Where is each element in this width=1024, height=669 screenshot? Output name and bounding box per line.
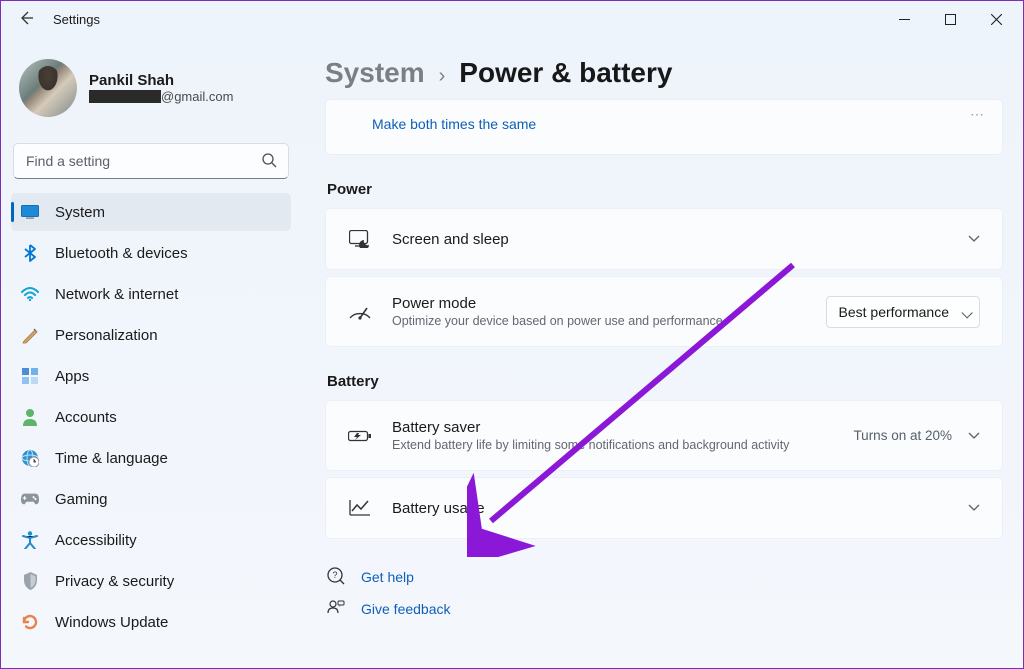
sidebar-item-accounts[interactable]: Accounts	[11, 398, 291, 436]
profile-name: Pankil Shah	[89, 72, 233, 89]
sidebar-item-system[interactable]: System	[11, 193, 291, 231]
breadcrumb: System › Power & battery	[325, 57, 1003, 89]
page-title: Power & battery	[459, 57, 672, 89]
sidebar-item-network[interactable]: Network & internet	[11, 275, 291, 313]
sidebar-item-label: Privacy & security	[55, 573, 174, 590]
accessibility-icon	[21, 531, 39, 549]
back-button[interactable]	[15, 10, 37, 29]
privacy-icon	[21, 572, 39, 590]
row-title: Screen and sleep	[392, 231, 948, 248]
power-mode-dropdown[interactable]: Best performance	[826, 296, 981, 328]
wifi-icon	[21, 285, 39, 303]
bluetooth-icon	[21, 244, 39, 262]
section-title-power: Power	[327, 181, 1003, 198]
sidebar-item-personalization[interactable]: Personalization	[11, 316, 291, 354]
window-title: Settings	[53, 12, 100, 27]
dropdown-selected: Best performance	[839, 304, 950, 320]
row-title: Power mode	[392, 295, 806, 312]
close-icon	[991, 14, 1002, 25]
row-battery-usage[interactable]: Battery usage	[325, 477, 1003, 539]
avatar	[19, 59, 77, 117]
main-content: System › Power & battery Make both times…	[301, 37, 1023, 668]
gaming-icon	[21, 490, 39, 508]
chevron-right-icon: ›	[439, 65, 446, 88]
sidebar: Pankil Shah @gmail.com System Bluetooth …	[1, 37, 301, 668]
breadcrumb-parent[interactable]: System	[325, 57, 425, 89]
sidebar-item-apps[interactable]: Apps	[11, 357, 291, 395]
sidebar-item-label: Gaming	[55, 491, 108, 508]
apps-icon	[21, 367, 39, 385]
row-power-mode[interactable]: Power mode Optimize your device based on…	[325, 276, 1003, 347]
top-info-card: Make both times the same ⋯	[325, 99, 1003, 155]
battery-usage-icon	[348, 496, 372, 520]
sidebar-item-label: Personalization	[55, 327, 158, 344]
sidebar-item-label: Accounts	[55, 409, 117, 426]
row-screen-and-sleep[interactable]: Screen and sleep	[325, 208, 1003, 270]
svg-text:?: ?	[332, 570, 337, 580]
link-get-help[interactable]: ? Get help	[325, 561, 1003, 593]
link-make-both-times-same[interactable]: Make both times the same	[372, 116, 536, 132]
minimize-button[interactable]	[881, 3, 927, 35]
chevron-down-icon	[968, 230, 980, 248]
chevron-down-icon	[968, 428, 980, 443]
row-title: Battery saver	[392, 419, 833, 436]
accounts-icon	[21, 408, 39, 426]
sidebar-item-gaming[interactable]: Gaming	[11, 480, 291, 518]
row-battery-saver[interactable]: Battery saver Extend battery life by lim…	[325, 400, 1003, 471]
battery-saver-icon	[348, 424, 372, 448]
close-button[interactable]	[973, 3, 1019, 35]
system-icon	[21, 203, 39, 221]
sidebar-item-accessibility[interactable]: Accessibility	[11, 521, 291, 559]
sidebar-item-label: Network & internet	[55, 286, 178, 303]
search-icon	[262, 153, 277, 173]
personalization-icon	[21, 326, 39, 344]
maximize-button[interactable]	[927, 3, 973, 35]
email-suffix: @gmail.com	[161, 89, 233, 104]
time-language-icon	[21, 449, 39, 467]
minimize-icon	[899, 14, 910, 25]
link-label: Give feedback	[361, 601, 451, 617]
chevron-down-icon	[968, 499, 980, 517]
more-icon[interactable]: ⋯	[970, 106, 986, 123]
back-arrow-icon	[18, 10, 34, 26]
sidebar-item-label: Accessibility	[55, 532, 137, 549]
sidebar-item-label: Bluetooth & devices	[55, 245, 188, 262]
section-title-battery: Battery	[327, 373, 1003, 390]
titlebar: Settings	[1, 1, 1023, 37]
battery-saver-status: Turns on at 20%	[853, 428, 952, 443]
power-mode-icon	[348, 300, 372, 324]
sidebar-item-privacy[interactable]: Privacy & security	[11, 562, 291, 600]
maximize-icon	[945, 14, 956, 25]
update-icon	[21, 613, 39, 631]
get-help-icon: ?	[327, 567, 347, 587]
sidebar-item-bluetooth[interactable]: Bluetooth & devices	[11, 234, 291, 272]
email-redacted	[89, 90, 161, 103]
link-label: Get help	[361, 569, 414, 585]
profile-block[interactable]: Pankil Shah @gmail.com	[11, 41, 291, 143]
sidebar-nav: System Bluetooth & devices Network & int…	[11, 193, 291, 641]
sidebar-item-label: Windows Update	[55, 614, 168, 631]
profile-email: @gmail.com	[89, 89, 233, 104]
screen-sleep-icon	[348, 227, 372, 251]
row-desc: Optimize your device based on power use …	[392, 314, 806, 328]
row-title: Battery usage	[392, 500, 948, 517]
search-input[interactable]	[13, 143, 289, 179]
row-desc: Extend battery life by limiting some not…	[392, 438, 833, 452]
sidebar-item-time-language[interactable]: Time & language	[11, 439, 291, 477]
link-give-feedback[interactable]: Give feedback	[325, 593, 1003, 625]
sidebar-item-label: Time & language	[55, 450, 168, 467]
sidebar-item-windows-update[interactable]: Windows Update	[11, 603, 291, 641]
feedback-icon	[327, 599, 347, 619]
sidebar-item-label: System	[55, 204, 105, 221]
sidebar-item-label: Apps	[55, 368, 89, 385]
